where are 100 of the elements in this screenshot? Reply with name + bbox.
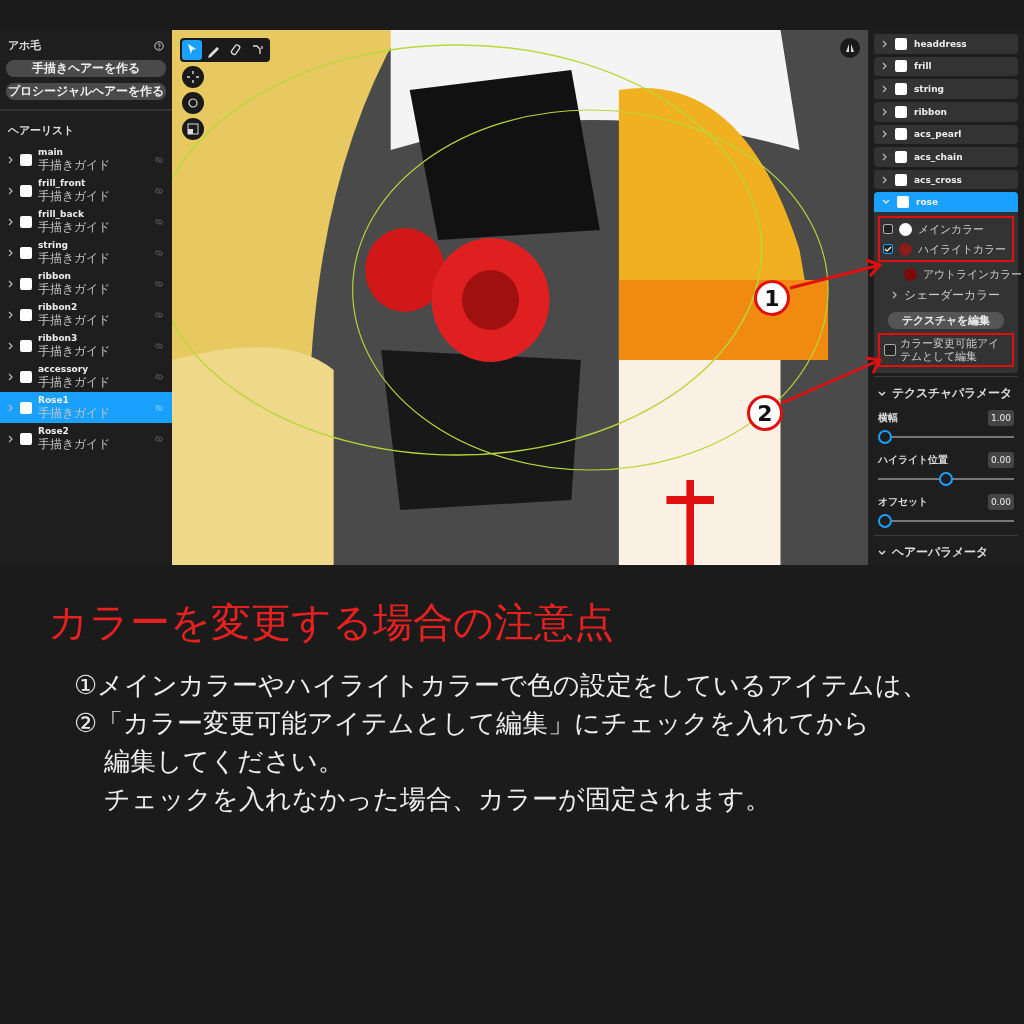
- material-item[interactable]: string: [874, 79, 1018, 99]
- slider-label: ハイライト位置: [878, 453, 948, 467]
- hair-list-item[interactable]: ribbon2 手描きガイド: [0, 299, 172, 330]
- shader-color-label[interactable]: シェーダーカラー: [904, 286, 1000, 304]
- color-swatch[interactable]: [899, 242, 912, 256]
- help-icon[interactable]: [154, 40, 164, 51]
- value-field[interactable]: 0.00: [987, 452, 1014, 468]
- chevron-right-icon[interactable]: [8, 341, 14, 350]
- item-name: Rose1: [38, 395, 70, 406]
- checkbox[interactable]: [20, 277, 32, 290]
- slider-label: オフセット: [878, 495, 928, 509]
- checkbox[interactable]: [20, 432, 32, 445]
- hair-list-item[interactable]: Rose2 手描きガイド: [0, 423, 172, 454]
- circle-icon: [186, 96, 200, 110]
- value-field[interactable]: 0.00: [987, 494, 1014, 510]
- item-type: 手描きガイド: [38, 437, 111, 451]
- caption-text: チェックを入れなかった場合、カラーが固定されます。: [104, 783, 772, 816]
- caption-text: ②「カラー変更可能アイテムとして編集」にチェックを入れてから: [74, 707, 872, 740]
- checkbox[interactable]: [20, 246, 32, 259]
- chevron-right-icon[interactable]: [882, 175, 888, 184]
- slider-thumb[interactable]: [939, 472, 953, 486]
- item-name: frill_back: [38, 209, 85, 220]
- checkbox[interactable]: [883, 244, 893, 254]
- chevron-right-icon[interactable]: [882, 62, 888, 71]
- chevron-right-icon[interactable]: [8, 217, 14, 226]
- chevron-right-icon[interactable]: [8, 372, 14, 381]
- color-label: ハイライトカラー: [918, 241, 1006, 257]
- item-name: main: [38, 147, 64, 158]
- item-name: ribbon: [38, 271, 72, 282]
- item-type: 手描きガイド: [38, 344, 111, 358]
- hair-list-item[interactable]: ribbon3 手描きガイド: [0, 330, 172, 361]
- create-hair-button[interactable]: 手描きヘアーを作る: [6, 60, 166, 77]
- item-type: 手描きガイド: [38, 406, 111, 420]
- material-item[interactable]: headdress: [874, 34, 1018, 54]
- hair-list-item[interactable]: frill_front 手描きガイド: [0, 175, 172, 206]
- hair-list-item[interactable]: ribbon 手描きガイド: [0, 268, 172, 299]
- slider-thumb[interactable]: [878, 430, 892, 444]
- hair-list-item[interactable]: main 手描きガイド: [0, 144, 172, 175]
- section-title[interactable]: ヘアーパラメータ: [892, 544, 988, 561]
- caption-text: 編集してください。: [104, 745, 345, 778]
- perspective-icon: [844, 42, 856, 54]
- slider-label: 横幅: [878, 411, 898, 425]
- checkbox[interactable]: [20, 308, 32, 321]
- material-item[interactable]: ribbon: [874, 101, 1018, 122]
- item-name: frill_front: [38, 178, 87, 189]
- edit-texture-button[interactable]: テクスチャを編集: [888, 312, 1004, 329]
- chevron-right-icon[interactable]: [8, 248, 14, 257]
- item-name: ribbon3: [38, 333, 79, 344]
- move-icon: [186, 70, 200, 84]
- item-type: 手描きガイド: [38, 313, 111, 327]
- item-type: 手描きガイド: [38, 158, 111, 172]
- hair-list-item[interactable]: accessory 手描きガイド: [0, 361, 172, 392]
- chevron-down-icon[interactable]: [878, 390, 886, 397]
- checkbox[interactable]: [883, 224, 893, 234]
- checkbox[interactable]: [20, 339, 32, 352]
- item-name: ribbon2: [38, 302, 79, 313]
- frame-icon: [186, 122, 200, 136]
- panel-title: アホ毛: [8, 38, 41, 53]
- color-label: メインカラー: [918, 221, 984, 237]
- checkbox[interactable]: [20, 184, 32, 197]
- value-field[interactable]: 1.00: [987, 410, 1014, 426]
- item-type: 手描きガイド: [38, 189, 111, 203]
- chevron-right-icon[interactable]: [8, 279, 14, 288]
- chevron-right-icon[interactable]: [882, 39, 888, 48]
- checkbox[interactable]: [20, 153, 32, 166]
- create-hair-button[interactable]: プロシージャルヘアーを作る: [6, 83, 166, 100]
- slider-thumb[interactable]: [878, 514, 892, 528]
- material-item[interactable]: acs_cross: [874, 169, 1018, 190]
- list-title: ヘアーリスト: [8, 124, 74, 137]
- chevron-right-icon[interactable]: [8, 155, 14, 164]
- item-type: 手描きガイド: [38, 282, 111, 296]
- chevron-right-icon[interactable]: [882, 85, 888, 94]
- item-type: 手描きガイド: [38, 220, 111, 234]
- checkbox[interactable]: [884, 344, 896, 356]
- chevron-right-icon[interactable]: [882, 152, 888, 161]
- checkbox[interactable]: [20, 370, 32, 383]
- chevron-right-icon[interactable]: [8, 434, 14, 443]
- chevron-down-icon[interactable]: [878, 549, 886, 556]
- material-item[interactable]: acs_pearl: [874, 124, 1018, 145]
- color-label: アウトラインカラー: [923, 266, 1022, 282]
- chevron-right-icon[interactable]: [882, 107, 888, 116]
- chevron-right-icon[interactable]: [882, 130, 888, 139]
- checkbox[interactable]: [20, 215, 32, 228]
- hair-list-item[interactable]: string 手描きガイド: [0, 237, 172, 268]
- item-type: 手描きガイド: [38, 251, 111, 265]
- color-swatch[interactable]: [904, 267, 917, 281]
- chevron-right-icon[interactable]: [8, 310, 14, 319]
- material-item[interactable]: frill: [874, 56, 1018, 77]
- item-name: Rose2: [38, 426, 70, 437]
- item-name: string: [38, 240, 70, 251]
- checkbox-label: カラー変更可能アイテムとして編集: [900, 337, 1000, 363]
- chevron-right-icon[interactable]: [8, 186, 14, 195]
- item-type: 手描きガイド: [38, 375, 111, 389]
- color-swatch[interactable]: [899, 222, 912, 236]
- checkbox[interactable]: [20, 401, 32, 414]
- chevron-right-icon[interactable]: [892, 291, 898, 299]
- hair-list-item[interactable]: frill_back 手描きガイド: [0, 206, 172, 237]
- section-title[interactable]: テクスチャパラメータ: [892, 385, 1012, 402]
- caption-text: ①メインカラーやハイライトカラーで色の設定をしているアイテムは、: [74, 669, 930, 702]
- material-item[interactable]: acs_chain: [874, 147, 1018, 167]
